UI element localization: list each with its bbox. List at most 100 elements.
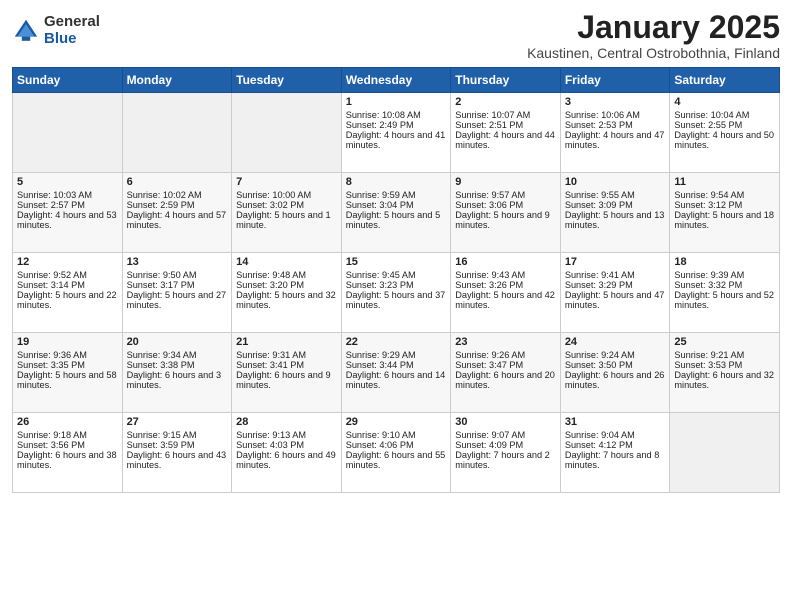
calendar-cell: [13, 93, 123, 173]
day-number: 7: [236, 176, 337, 188]
daylight-text: Daylight: 4 hours and 41 minutes.: [346, 130, 446, 150]
sunrise-text: Sunrise: 9:48 AM: [236, 270, 306, 280]
sunrise-text: Sunrise: 9:41 AM: [565, 270, 635, 280]
daylight-text: Daylight: 5 hours and 13 minutes.: [565, 210, 665, 230]
calendar-cell: 1Sunrise: 10:08 AMSunset: 2:49 PMDayligh…: [341, 93, 451, 173]
sunset-text: Sunset: 2:53 PM: [565, 120, 633, 130]
calendar-cell: 7Sunrise: 10:00 AMSunset: 3:02 PMDayligh…: [232, 173, 342, 253]
calendar-cell: 24Sunrise: 9:24 AMSunset: 3:50 PMDayligh…: [560, 333, 670, 413]
day-number: 4: [674, 96, 775, 108]
day-number: 30: [455, 416, 556, 428]
daylight-text: Daylight: 4 hours and 47 minutes.: [565, 130, 665, 150]
sunset-text: Sunset: 3:59 PM: [127, 440, 195, 450]
daylight-text: Daylight: 6 hours and 43 minutes.: [127, 450, 227, 470]
day-number: 13: [127, 256, 228, 268]
sunset-text: Sunset: 3:44 PM: [346, 360, 414, 370]
title-block: January 2025 Kaustinen, Central Ostrobot…: [527, 10, 780, 61]
calendar-cell: 3Sunrise: 10:06 AMSunset: 2:53 PMDayligh…: [560, 93, 670, 173]
daylight-text: Daylight: 4 hours and 44 minutes.: [455, 130, 555, 150]
day-number: 22: [346, 336, 447, 348]
sunrise-text: Sunrise: 10:06 AM: [565, 110, 640, 120]
daylight-text: Daylight: 5 hours and 22 minutes.: [17, 290, 117, 310]
daylight-text: Daylight: 7 hours and 8 minutes.: [565, 450, 660, 470]
sunrise-text: Sunrise: 9:21 AM: [674, 350, 744, 360]
day-number: 1: [346, 96, 447, 108]
day-number: 24: [565, 336, 666, 348]
sunset-text: Sunset: 3:14 PM: [17, 280, 85, 290]
day-number: 9: [455, 176, 556, 188]
day-number: 26: [17, 416, 118, 428]
daylight-text: Daylight: 6 hours and 3 minutes.: [127, 370, 222, 390]
day-number: 12: [17, 256, 118, 268]
sunset-text: Sunset: 4:06 PM: [346, 440, 414, 450]
daylight-text: Daylight: 6 hours and 55 minutes.: [346, 450, 446, 470]
daylight-text: Daylight: 6 hours and 14 minutes.: [346, 370, 446, 390]
calendar-cell: 13Sunrise: 9:50 AMSunset: 3:17 PMDayligh…: [122, 253, 232, 333]
daylight-text: Daylight: 6 hours and 32 minutes.: [674, 370, 774, 390]
sunset-text: Sunset: 3:29 PM: [565, 280, 633, 290]
month-year-title: January 2025: [527, 10, 780, 45]
sunrise-text: Sunrise: 9:24 AM: [565, 350, 635, 360]
calendar-cell: 11Sunrise: 9:54 AMSunset: 3:12 PMDayligh…: [670, 173, 780, 253]
day-number: 17: [565, 256, 666, 268]
sunrise-text: Sunrise: 9:54 AM: [674, 190, 744, 200]
sunset-text: Sunset: 3:56 PM: [17, 440, 85, 450]
calendar-cell: 14Sunrise: 9:48 AMSunset: 3:20 PMDayligh…: [232, 253, 342, 333]
calendar-table: Sunday Monday Tuesday Wednesday Thursday…: [12, 67, 780, 493]
calendar-cell: 25Sunrise: 9:21 AMSunset: 3:53 PMDayligh…: [670, 333, 780, 413]
sunset-text: Sunset: 3:47 PM: [455, 360, 523, 370]
sunrise-text: Sunrise: 10:02 AM: [127, 190, 202, 200]
sunset-text: Sunset: 3:38 PM: [127, 360, 195, 370]
daylight-text: Daylight: 6 hours and 49 minutes.: [236, 450, 336, 470]
header-friday: Friday: [560, 68, 670, 93]
calendar-week-2: 5Sunrise: 10:03 AMSunset: 2:57 PMDayligh…: [13, 173, 780, 253]
calendar-cell: [670, 413, 780, 493]
calendar-cell: [232, 93, 342, 173]
sunrise-text: Sunrise: 9:50 AM: [127, 270, 197, 280]
sunrise-text: Sunrise: 10:00 AM: [236, 190, 311, 200]
header-tuesday: Tuesday: [232, 68, 342, 93]
logo-text: General Blue: [44, 14, 100, 47]
header-monday: Monday: [122, 68, 232, 93]
day-number: 29: [346, 416, 447, 428]
sunrise-text: Sunrise: 9:39 AM: [674, 270, 744, 280]
sunrise-text: Sunrise: 9:45 AM: [346, 270, 416, 280]
sunset-text: Sunset: 3:20 PM: [236, 280, 304, 290]
calendar-cell: [122, 93, 232, 173]
sunset-text: Sunset: 3:32 PM: [674, 280, 742, 290]
sunrise-text: Sunrise: 9:15 AM: [127, 430, 197, 440]
sunset-text: Sunset: 3:35 PM: [17, 360, 85, 370]
daylight-text: Daylight: 5 hours and 32 minutes.: [236, 290, 336, 310]
sunset-text: Sunset: 3:26 PM: [455, 280, 523, 290]
day-number: 27: [127, 416, 228, 428]
sunset-text: Sunset: 3:09 PM: [565, 200, 633, 210]
sunset-text: Sunset: 3:04 PM: [346, 200, 414, 210]
sunrise-text: Sunrise: 9:29 AM: [346, 350, 416, 360]
day-number: 21: [236, 336, 337, 348]
calendar-cell: 23Sunrise: 9:26 AMSunset: 3:47 PMDayligh…: [451, 333, 561, 413]
calendar-cell: 16Sunrise: 9:43 AMSunset: 3:26 PMDayligh…: [451, 253, 561, 333]
calendar-page: General Blue January 2025 Kaustinen, Cen…: [0, 0, 792, 612]
sunset-text: Sunset: 3:53 PM: [674, 360, 742, 370]
day-number: 8: [346, 176, 447, 188]
day-number: 28: [236, 416, 337, 428]
day-number: 19: [17, 336, 118, 348]
sunrise-text: Sunrise: 9:59 AM: [346, 190, 416, 200]
day-number: 23: [455, 336, 556, 348]
sunset-text: Sunset: 2:59 PM: [127, 200, 195, 210]
day-number: 16: [455, 256, 556, 268]
daylight-text: Daylight: 6 hours and 9 minutes.: [236, 370, 331, 390]
sunrise-text: Sunrise: 9:43 AM: [455, 270, 525, 280]
sunrise-text: Sunrise: 9:04 AM: [565, 430, 635, 440]
header: General Blue January 2025 Kaustinen, Cen…: [12, 10, 780, 61]
sunset-text: Sunset: 2:49 PM: [346, 120, 414, 130]
daylight-text: Daylight: 5 hours and 1 minute.: [236, 210, 331, 230]
calendar-cell: 5Sunrise: 10:03 AMSunset: 2:57 PMDayligh…: [13, 173, 123, 253]
calendar-week-3: 12Sunrise: 9:52 AMSunset: 3:14 PMDayligh…: [13, 253, 780, 333]
calendar-cell: 10Sunrise: 9:55 AMSunset: 3:09 PMDayligh…: [560, 173, 670, 253]
sunrise-text: Sunrise: 9:31 AM: [236, 350, 306, 360]
calendar-cell: 15Sunrise: 9:45 AMSunset: 3:23 PMDayligh…: [341, 253, 451, 333]
daylight-text: Daylight: 5 hours and 58 minutes.: [17, 370, 117, 390]
daylight-text: Daylight: 4 hours and 57 minutes.: [127, 210, 227, 230]
calendar-week-4: 19Sunrise: 9:36 AMSunset: 3:35 PMDayligh…: [13, 333, 780, 413]
